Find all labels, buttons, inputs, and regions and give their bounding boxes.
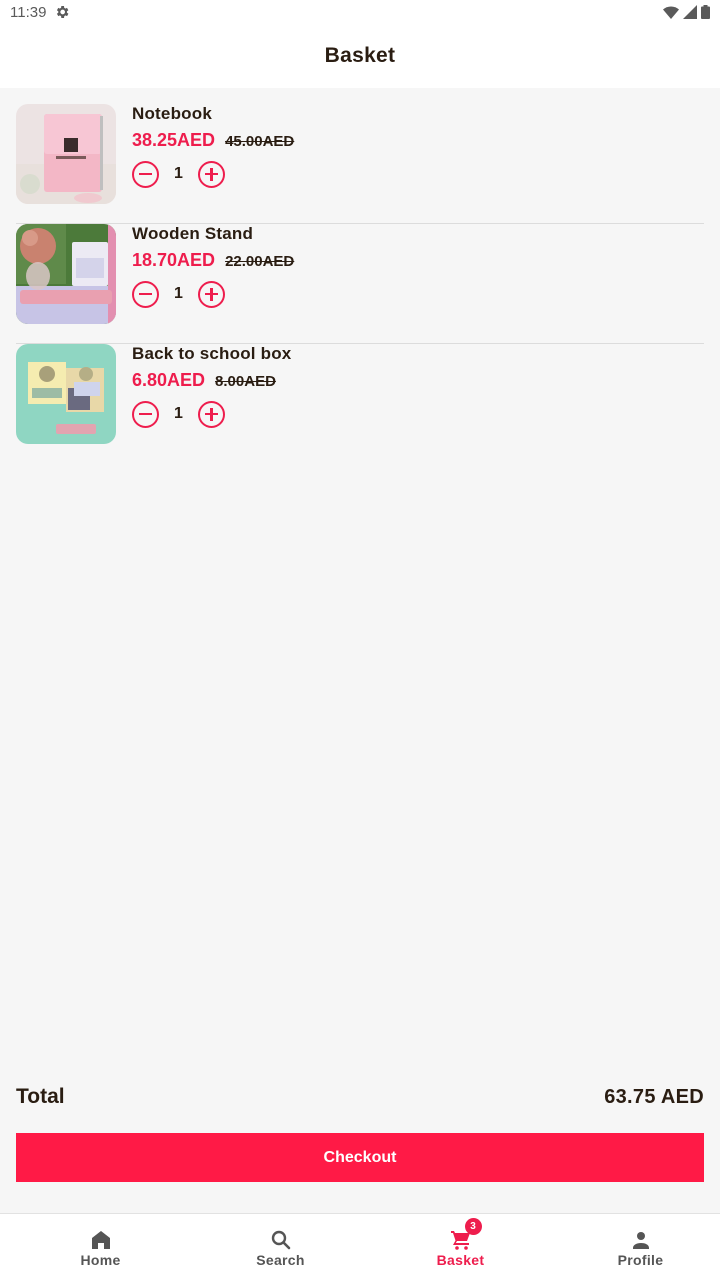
nav-label-home: Home [80, 1252, 121, 1268]
decrease-quantity-button[interactable] [132, 160, 159, 188]
quantity-stepper: 1 [132, 160, 294, 188]
product-old-price: 8.00AED [215, 373, 276, 390]
product-old-price: 45.00AED [225, 133, 295, 150]
status-time: 11:39 [10, 3, 47, 21]
total-label: Total [16, 1085, 65, 1108]
battery-icon [701, 5, 710, 19]
checkout-button[interactable]: Checkout [16, 1133, 704, 1182]
increase-quantity-button[interactable] [198, 160, 225, 188]
status-bar: 11:39 [0, 0, 720, 24]
nav-label-profile: Profile [617, 1252, 664, 1268]
decrease-quantity-button[interactable] [132, 280, 159, 308]
product-image [16, 344, 116, 444]
person-icon [632, 1232, 649, 1249]
product-name: Wooden Stand [132, 224, 254, 243]
basket-item: Notebook 38.25AED 45.00AED 1 [16, 104, 704, 224]
nav-item-profile[interactable]: Profile [561, 1214, 720, 1280]
nav-item-basket[interactable]: 3 Basket [381, 1214, 540, 1280]
page-title: Basket [324, 44, 396, 67]
basket-list: Notebook 38.25AED 45.00AED 1 Wooden Stan… [16, 104, 704, 464]
nav-item-search[interactable]: Search [201, 1214, 360, 1280]
product-price: 38.25AED [132, 130, 216, 150]
basket-item: Wooden Stand 18.70AED 22.00AED 1 [16, 224, 704, 344]
increase-quantity-button[interactable] [198, 280, 225, 308]
quantity-stepper: 1 [132, 280, 294, 308]
wifi-icon [663, 6, 679, 19]
decrease-quantity-button[interactable] [132, 400, 159, 428]
increase-quantity-button[interactable] [198, 400, 225, 428]
settings-gear-icon [57, 6, 69, 18]
quantity-stepper: 1 [132, 400, 291, 428]
app-bar: Basket [0, 24, 720, 88]
cart-count-badge: 3 [464, 1218, 482, 1235]
product-old-price: 22.00AED [225, 253, 295, 270]
home-icon [91, 1231, 110, 1249]
product-price: 6.80AED [132, 370, 206, 390]
quantity-value: 1 [174, 405, 183, 422]
signal-icon [683, 5, 697, 19]
product-image [16, 104, 116, 204]
quantity-value: 1 [174, 165, 183, 182]
product-name: Back to school box [132, 344, 292, 363]
product-name: Notebook [132, 104, 212, 123]
quantity-value: 1 [174, 285, 183, 302]
product-price: 18.70AED [132, 250, 216, 270]
product-image [16, 224, 116, 324]
nav-label-basket: Basket [436, 1252, 485, 1268]
basket-item: Back to school box 6.80AED 8.00AED 1 [16, 344, 704, 464]
total-row: Total 63.75 AED [16, 1082, 704, 1112]
nav-item-home[interactable]: Home [21, 1214, 180, 1280]
nav-label-search: Search [256, 1252, 305, 1268]
search-icon [271, 1230, 290, 1250]
bottom-nav: Home Search 3 Basket Profile [0, 1213, 720, 1280]
total-value: 63.75 AED [604, 1085, 704, 1108]
